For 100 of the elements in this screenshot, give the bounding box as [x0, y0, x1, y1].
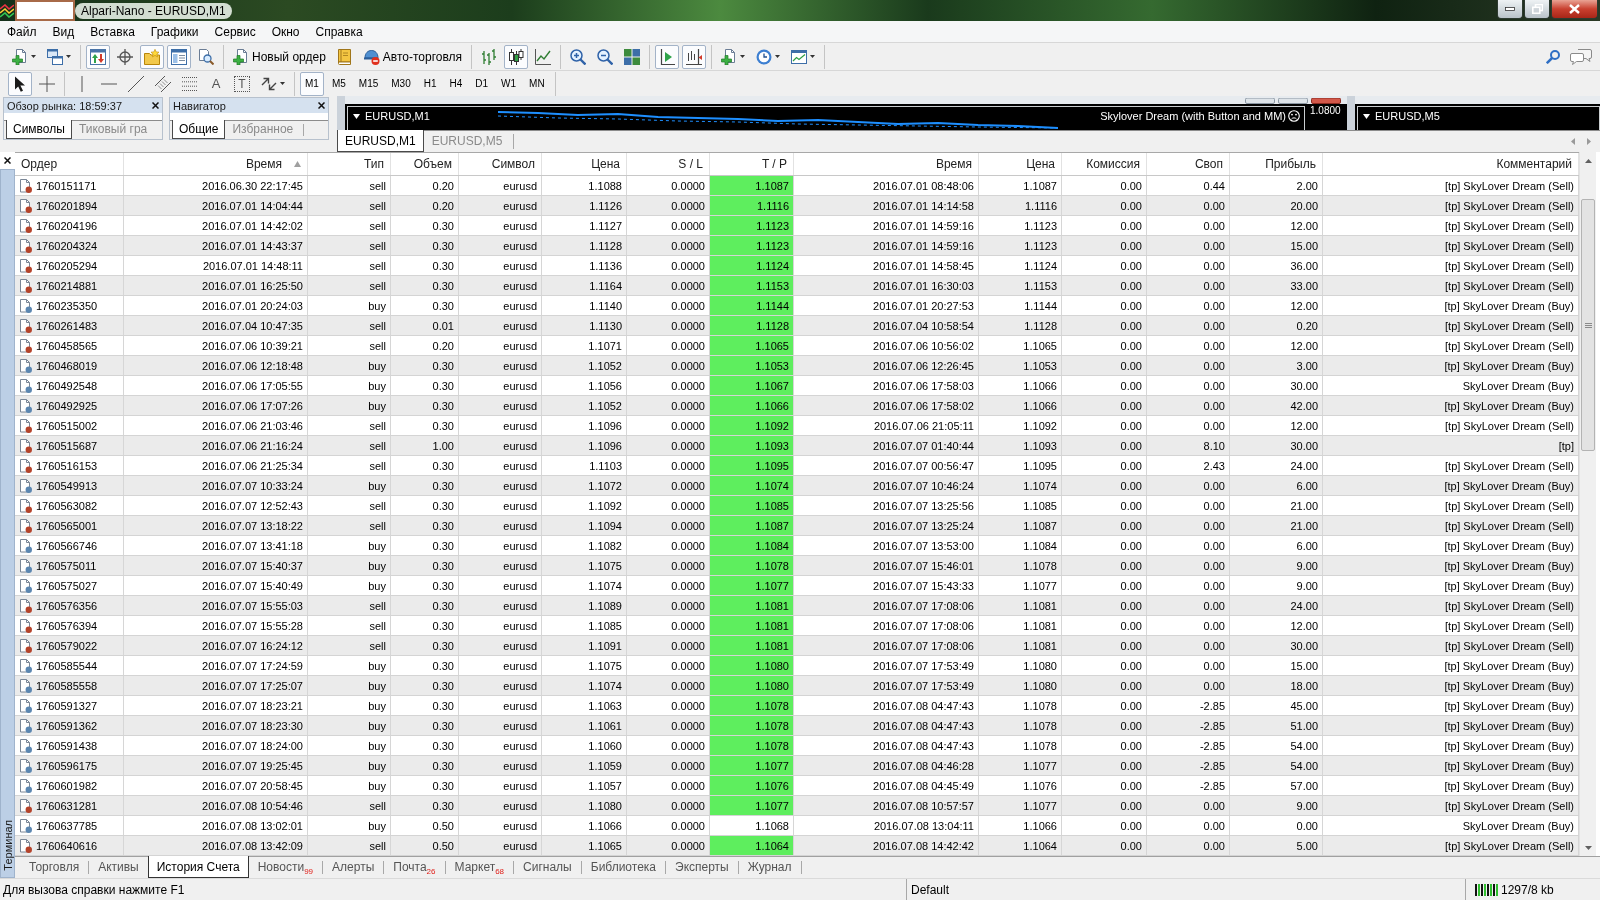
column-header[interactable]: Комиссия — [1062, 153, 1147, 175]
column-header[interactable]: Ордер — [15, 153, 124, 175]
column-header[interactable]: Время — [794, 153, 979, 175]
column-header[interactable]: Символ — [459, 153, 542, 175]
scroll-thumb[interactable] — [1581, 199, 1595, 451]
table-cell: 1760576394 — [36, 619, 98, 632]
menu-item[interactable]: Справка — [309, 22, 369, 41]
table-cell: 1.1075 — [542, 556, 627, 575]
minimize-button[interactable] — [1497, 0, 1523, 19]
plus-document-icon — [12, 48, 28, 65]
tab[interactable]: Символы — [6, 120, 72, 139]
profile-name: Default — [911, 882, 950, 897]
menu-item[interactable]: Вид — [46, 22, 81, 41]
search-button[interactable] — [1546, 49, 1560, 64]
column-header[interactable]: Прибыль — [1230, 153, 1323, 175]
table-cell: eurusd — [459, 196, 542, 215]
table-cell: 30.00 — [1230, 636, 1323, 655]
close-button[interactable] — [318, 102, 325, 109]
close-button[interactable] — [0, 152, 15, 169]
close-button[interactable] — [152, 102, 159, 109]
tab[interactable]: Эксперты — [666, 856, 738, 878]
table-cell: eurusd — [459, 636, 542, 655]
tab[interactable]: Сигналы — [514, 856, 581, 878]
timeframe-button[interactable]: M5 — [326, 71, 351, 96]
table-cell: 2016.07.06 10:56:02 — [794, 336, 979, 355]
table-cell: 2016.07.08 04:46:28 — [794, 756, 979, 775]
order-document-icon — [20, 818, 32, 833]
close-button[interactable] — [1551, 0, 1598, 19]
table-cell: 1.1140 — [542, 296, 627, 315]
column-header[interactable]: Цена — [979, 153, 1062, 175]
table-cell: eurusd — [459, 436, 542, 455]
column-header[interactable]: Цена — [542, 153, 627, 175]
order-document-icon — [20, 518, 32, 533]
table-cell: buy — [308, 576, 391, 595]
menu-item[interactable]: Вставка — [84, 22, 141, 41]
toolbar-button[interactable]: A — [205, 71, 227, 96]
timeframe-button[interactable]: H1 — [418, 71, 442, 96]
timeframe-button[interactable]: D1 — [470, 71, 494, 96]
table-cell: 1.1116 — [710, 196, 794, 215]
column-header[interactable]: Время — [124, 153, 308, 175]
tab[interactable]: Библиотека — [581, 856, 665, 878]
order-document-icon — [20, 258, 32, 273]
chart-tab[interactable]: EURUSD,M1 — [337, 130, 424, 152]
timeframe-button[interactable]: H4 — [444, 71, 468, 96]
table-cell: 0.00 — [1147, 676, 1230, 695]
toolbar-button[interactable] — [655, 44, 680, 69]
chat-button[interactable] — [1570, 48, 1592, 65]
table-cell: 0.00 — [1062, 376, 1147, 395]
toolbar-button[interactable] — [504, 44, 529, 69]
column-header[interactable]: S / L — [627, 153, 710, 175]
restore-button[interactable] — [1524, 0, 1550, 19]
table-cell: 1.1066 — [979, 396, 1062, 415]
table-cell: 2016.07.01 14:59:16 — [794, 216, 979, 235]
menu-item[interactable]: Сервис — [208, 22, 262, 41]
book-icon — [338, 48, 352, 65]
table-cell: 1.1077 — [710, 576, 794, 595]
menu-item[interactable]: Окно — [265, 22, 306, 41]
table-cell: 0.30 — [391, 556, 459, 575]
table-cell: 1.1080 — [710, 656, 794, 675]
tab[interactable]: Новости$_{99}$ — [248, 856, 323, 878]
timeframe-button[interactable]: M1 — [300, 71, 324, 96]
tab[interactable]: Общие — [172, 120, 226, 139]
timeframe-button[interactable]: W1 — [496, 71, 522, 96]
tab[interactable]: История Счета — [147, 856, 249, 878]
tab[interactable]: Журнал — [738, 856, 801, 878]
table-cell: 2016.07.06 21:03:46 — [124, 416, 308, 435]
menu-item[interactable]: Файл — [1, 22, 43, 41]
table-cell: 2016.07.07 17:08:06 — [794, 596, 979, 615]
table-cell: 2016.07.07 13:41:18 — [124, 536, 308, 555]
menu-item[interactable]: Графики — [144, 22, 205, 41]
toolbar-button[interactable]: Авто-торговля — [359, 44, 467, 69]
column-header[interactable]: Объем — [391, 153, 459, 175]
timeframe-button[interactable]: M30 — [386, 71, 416, 96]
timeframe-button[interactable]: MN — [524, 71, 550, 96]
table-cell: 1.1093 — [710, 436, 794, 455]
table-cell: 15.00 — [1230, 656, 1323, 675]
table-cell: 0.00 — [1062, 696, 1147, 715]
toolbar-button[interactable] — [682, 44, 707, 69]
table-cell: eurusd — [459, 796, 542, 815]
table-cell: 1.1059 — [542, 756, 627, 775]
toolbar-button[interactable]: Новый ордер — [229, 44, 330, 69]
timeframe-button[interactable]: M15 — [353, 71, 384, 96]
table-cell: 1.1074 — [542, 676, 627, 695]
tab[interactable]: Торговля — [20, 856, 89, 878]
table-cell: 2016.07.01 14:43:37 — [124, 236, 308, 255]
close-icon — [4, 157, 11, 164]
table-cell: 2016.07.07 18:24:00 — [124, 736, 308, 755]
table-cell: 1760492548 — [36, 379, 98, 392]
tab[interactable]: Почта$_{26}$ — [384, 856, 445, 878]
column-header[interactable]: T / P — [710, 153, 794, 175]
tab[interactable]: Маркет$_{68}$ — [445, 856, 514, 878]
column-header[interactable]: Тип — [308, 153, 391, 175]
table-cell: 0.00 — [1062, 496, 1147, 515]
order-document-icon — [20, 338, 32, 353]
toolbar-button[interactable]: T — [230, 71, 254, 96]
toolbar-button[interactable] — [8, 71, 32, 96]
tab[interactable]: Активы — [89, 856, 148, 878]
table-cell: sell — [308, 496, 391, 515]
column-header[interactable]: Своп — [1147, 153, 1230, 175]
tab[interactable]: Алерты — [323, 856, 384, 878]
